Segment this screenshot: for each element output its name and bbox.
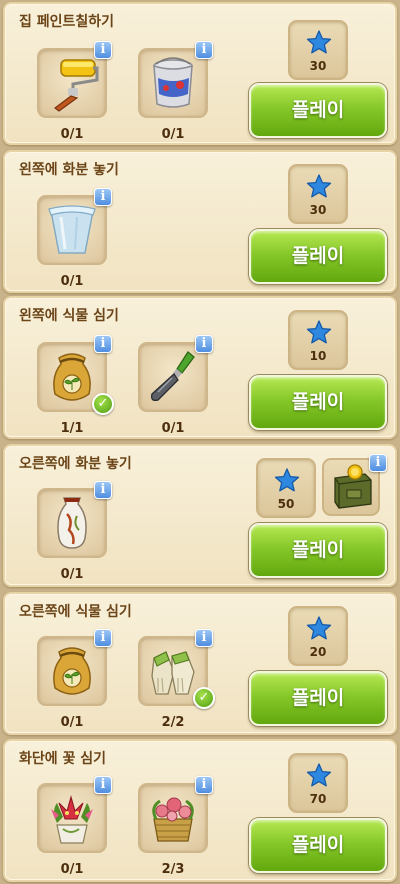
task-title: 오른쪽에 식물 심기 (19, 604, 132, 620)
reward-value: 30 (309, 203, 327, 217)
info-icon[interactable]: i (195, 335, 213, 353)
item-count: 2/3 (161, 862, 185, 877)
task-list: 집 페인트칠하기 i 0/1 i 0/1 30 플레이 왼쪽에 화분 놓기 i … (0, 0, 400, 884)
info-icon[interactable]: i (195, 776, 213, 794)
reward-value: 20 (309, 645, 327, 659)
star-icon (306, 174, 332, 198)
task-title: 화단에 꽃 심기 (19, 751, 107, 767)
reward-box: 30 (288, 20, 348, 80)
play-button[interactable]: 플레이 (249, 229, 387, 284)
item-count: 0/1 (60, 127, 84, 142)
bonus-item-box[interactable]: i (322, 454, 387, 516)
item-count: 0/1 (60, 715, 84, 730)
supply-crate-icon (334, 464, 372, 509)
rose-basket-icon (152, 797, 194, 842)
info-icon[interactable]: i (94, 188, 112, 206)
star-icon (306, 320, 332, 344)
seed-bag-icon (53, 647, 91, 695)
trowel-icon (150, 351, 195, 402)
reward-box: 20 (288, 606, 348, 666)
lily-bouquet-icon (51, 795, 93, 844)
reward-box: 70 (288, 753, 348, 813)
task-card: 오른쪽에 식물 심기 i 0/1 i ✓ 2/2 20 플레이 (3, 592, 397, 735)
star-icon (306, 30, 332, 54)
task-card: 왼쪽에 화분 놓기 i 0/1 30 플레이 (3, 150, 397, 293)
task-title: 오른쪽에 화분 놓기 (19, 456, 132, 472)
item-count: 0/1 (60, 862, 84, 877)
info-icon[interactable]: i (195, 41, 213, 59)
info-icon[interactable]: i (94, 776, 112, 794)
task-card: 왼쪽에 식물 심기 i ✓ 1/1 i 0/1 10 플레이 (3, 296, 397, 439)
task-card: 화단에 꽃 심기 i 0/1 i 2/3 70 플레이 (3, 739, 397, 882)
item-count: 0/1 (60, 567, 84, 582)
task-card: 오른쪽에 화분 놓기 i 0/1 50 i 플레이 (3, 444, 397, 587)
checkmark-icon: ✓ (92, 393, 114, 415)
reward-value: 10 (309, 349, 327, 363)
info-icon[interactable]: i (94, 41, 112, 59)
item-count: 0/1 (161, 127, 185, 142)
play-button[interactable]: 플레이 (249, 375, 387, 430)
info-icon[interactable]: i (195, 629, 213, 647)
vase-icon (57, 497, 87, 549)
item-count: 1/1 (60, 421, 84, 436)
play-button[interactable]: 플레이 (249, 523, 387, 578)
garden-gloves-icon (151, 651, 195, 695)
flower-pot-icon (48, 205, 96, 254)
star-icon (306, 763, 332, 787)
paint-bucket-icon (153, 57, 193, 108)
item-count: 2/2 (161, 715, 185, 730)
item-count: 0/1 (60, 274, 84, 289)
info-icon[interactable]: i (94, 481, 112, 499)
reward-box: 50 (256, 458, 316, 518)
play-button[interactable]: 플레이 (249, 818, 387, 873)
paint-roller-icon (54, 59, 99, 112)
seed-bag-icon (53, 353, 91, 401)
reward-value: 30 (309, 59, 327, 73)
play-button[interactable]: 플레이 (249, 671, 387, 726)
info-icon[interactable]: i (94, 335, 112, 353)
star-icon (306, 616, 332, 640)
info-icon[interactable]: i (369, 454, 387, 472)
reward-value: 50 (277, 497, 295, 511)
info-icon[interactable]: i (94, 629, 112, 647)
task-card: 집 페인트칠하기 i 0/1 i 0/1 30 플레이 (3, 2, 397, 145)
task-title: 집 페인트칠하기 (19, 14, 115, 30)
task-title: 왼쪽에 화분 놓기 (19, 162, 119, 178)
play-button[interactable]: 플레이 (249, 83, 387, 138)
reward-box: 30 (288, 164, 348, 224)
checkmark-icon: ✓ (193, 687, 215, 709)
task-title: 왼쪽에 식물 심기 (19, 308, 119, 324)
reward-box: 10 (288, 310, 348, 370)
reward-value: 70 (309, 792, 327, 806)
item-count: 0/1 (161, 421, 185, 436)
star-icon (274, 468, 300, 492)
